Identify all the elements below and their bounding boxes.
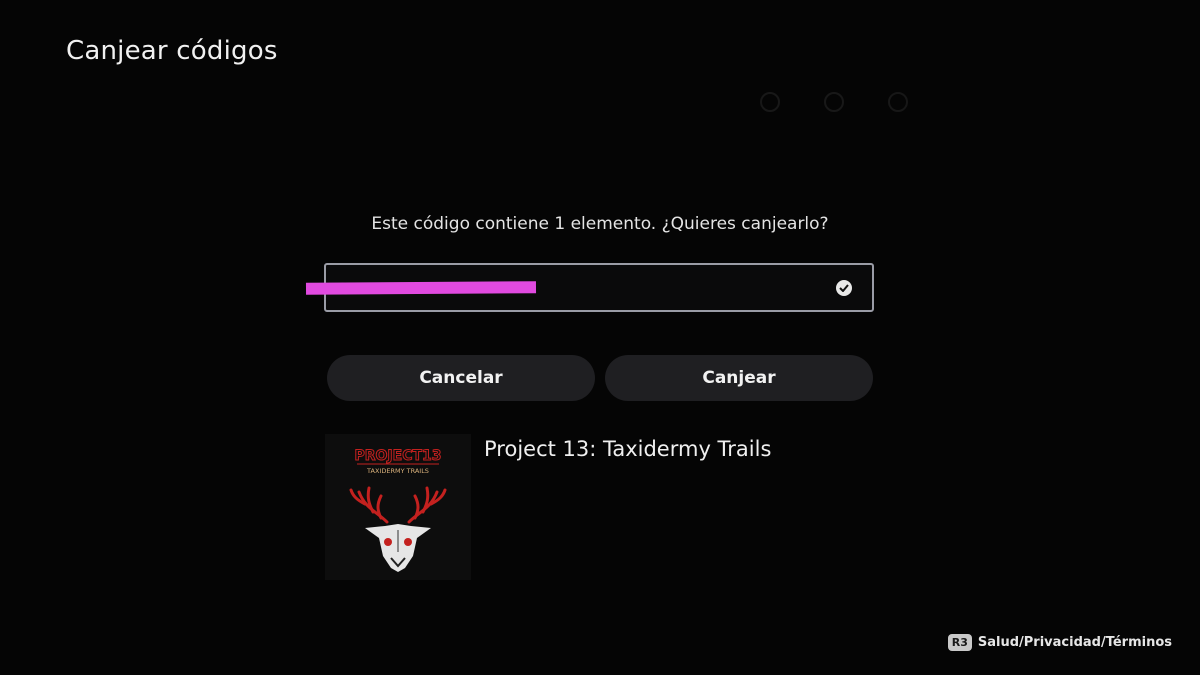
health-privacy-terms-link[interactable]: R3 Salud/Privacidad/Términos [947, 634, 1172, 651]
checkmark-icon [836, 280, 852, 296]
redeem-button[interactable]: Canjear [605, 355, 873, 401]
game-cover-art: PROJECT13 TAXIDERMY TRAILS [325, 434, 471, 580]
settings-icon [824, 92, 844, 112]
redaction-mark [305, 281, 537, 295]
cover-logo-text: PROJECT13 [354, 448, 441, 464]
cancel-button[interactable]: Cancelar [327, 355, 595, 401]
page-title: Canjear códigos [66, 36, 278, 66]
item-title: Project 13: Taxidermy Trails [484, 437, 772, 461]
profile-icon [888, 92, 908, 112]
redeem-codes-screen: Canjear códigos Este código contiene 1 e… [0, 0, 1200, 675]
background-nav [640, 88, 1100, 116]
footer-link-label: Salud/Privacidad/Términos [977, 635, 1172, 650]
cover-subtitle-text: TAXIDERMY TRAILS [366, 467, 429, 475]
search-icon [760, 92, 780, 112]
dialog-prompt: Este código contiene 1 elemento. ¿Quiere… [371, 214, 829, 234]
code-input[interactable] [305, 263, 874, 312]
r3-button-icon: R3 [947, 634, 972, 651]
